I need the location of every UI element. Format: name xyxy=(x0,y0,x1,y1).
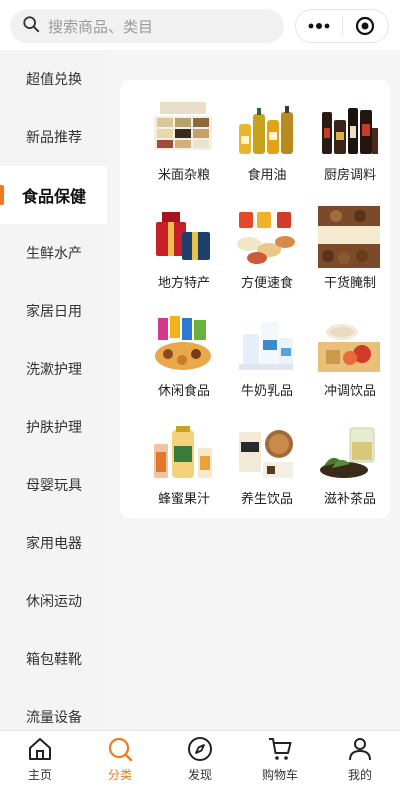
sidebar-item-household[interactable]: 家居日用 xyxy=(0,282,107,340)
sidebar-item-fresh[interactable]: 生鲜水产 xyxy=(0,224,107,282)
subcategory-dried-goods[interactable]: 干货腌制 xyxy=(308,196,388,296)
more-menu-button[interactable] xyxy=(296,10,342,42)
category-search-icon xyxy=(108,737,133,762)
subcategory-label: 休闲食品 xyxy=(157,384,210,399)
sidebar-item-sports[interactable]: 休闲运动 xyxy=(0,572,107,630)
search-placeholder: 搜索商品、类目 xyxy=(48,17,154,36)
subcategory-label: 米面杂粮 xyxy=(157,168,210,183)
grains-image xyxy=(154,102,212,150)
tab-home[interactable]: 主页 xyxy=(0,731,80,790)
sidebar-item-bags[interactable]: 箱包鞋靴 xyxy=(0,630,107,688)
tab-profile[interactable]: 我的 xyxy=(320,731,400,790)
tea-image xyxy=(320,427,375,478)
subcategory-label: 干货腌制 xyxy=(323,276,376,291)
more-dots-icon xyxy=(308,23,330,29)
search-bar[interactable]: 搜索商品、类目 xyxy=(10,9,284,43)
honey-juice-image xyxy=(154,426,212,478)
gift-box-image xyxy=(156,212,210,260)
category-sidebar: 超值兑换 新品推荐 食品保健 生鲜水产 家居日用 洗漱护理 护肤护理 母婴玩具 … xyxy=(0,50,107,730)
sidebar-item-new[interactable]: 新品推荐 xyxy=(0,108,107,166)
instant-food-image xyxy=(237,212,295,264)
subcategory-tea[interactable]: 滋补茶品 xyxy=(308,412,388,512)
search-icon xyxy=(22,15,40,37)
cart-icon xyxy=(269,738,292,760)
subcategory-label: 牛奶乳品 xyxy=(240,384,293,399)
sidebar-item-skincare[interactable]: 护肤护理 xyxy=(0,398,107,456)
subcategory-panel: 米面杂粮 食用油 厨房调料 地方特产 方便速食 干货腌制 休闲食品 牛奶乳品 冲… xyxy=(120,80,390,518)
tab-label: 主页 xyxy=(27,768,52,782)
mini-program-capsule xyxy=(295,9,389,43)
sidebar-item-data-devices[interactable]: 流量设备 xyxy=(0,688,107,730)
subcategory-instant-food[interactable]: 方便速食 xyxy=(225,196,305,296)
tab-label: 发现 xyxy=(187,768,212,782)
subcategory-honey-juice[interactable]: 蜂蜜果汁 xyxy=(142,412,222,512)
milk-image xyxy=(239,322,293,370)
subcategory-label: 蜂蜜果汁 xyxy=(157,492,210,507)
dried-goods-image xyxy=(318,206,380,268)
top-bar: 搜索商品、类目 xyxy=(0,0,400,50)
subcategory-milk[interactable]: 牛奶乳品 xyxy=(225,304,305,404)
snacks-image xyxy=(155,316,211,370)
home-icon xyxy=(29,738,51,760)
tab-label: 购物车 xyxy=(261,768,298,782)
subcategory-snacks[interactable]: 休闲食品 xyxy=(142,304,222,404)
subcategory-seasoning[interactable]: 厨房调料 xyxy=(308,88,388,188)
bottom-tab-bar: 主页 分类 发现 购物车 我的 xyxy=(0,730,400,790)
subcategory-grains[interactable]: 米面杂粮 xyxy=(142,88,222,188)
subcategory-cooking-oil[interactable]: 食用油 xyxy=(225,88,305,188)
sidebar-item-toiletries[interactable]: 洗漱护理 xyxy=(0,340,107,398)
cooking-oil-image xyxy=(239,106,293,154)
tab-discover[interactable]: 发现 xyxy=(160,731,240,790)
seasoning-image xyxy=(322,108,378,154)
profile-icon xyxy=(349,738,371,761)
sidebar-item-appliances[interactable]: 家用电器 xyxy=(0,514,107,572)
subcategory-label: 方便速食 xyxy=(240,276,293,291)
subcategory-brewed-drinks[interactable]: 冲调饮品 xyxy=(308,304,388,404)
health-drink-image xyxy=(239,430,293,478)
subcategory-label: 养生饮品 xyxy=(240,492,293,507)
target-circle-icon xyxy=(356,16,375,36)
compass-icon xyxy=(188,737,212,761)
tab-label: 分类 xyxy=(107,768,132,782)
subcategory-label: 地方特产 xyxy=(157,276,210,291)
tab-category[interactable]: 分类 xyxy=(80,731,160,790)
subcategory-label: 冲调饮品 xyxy=(323,384,376,399)
close-mini-program-button[interactable] xyxy=(342,10,388,42)
tab-label: 我的 xyxy=(347,768,372,782)
subcategory-health-drinks[interactable]: 养生饮品 xyxy=(225,412,305,512)
brewed-drink-image xyxy=(318,324,380,372)
subcategory-label: 滋补茶品 xyxy=(323,492,376,507)
subcategory-label: 食用油 xyxy=(247,168,287,183)
subcategory-local-specialty[interactable]: 地方特产 xyxy=(142,196,222,296)
category-content: 米面杂粮 食用油 厨房调料 地方特产 方便速食 干货腌制 休闲食品 牛奶乳品 冲… xyxy=(107,50,400,730)
sidebar-item-exchange[interactable]: 超值兑换 xyxy=(0,50,107,108)
sidebar-item-food[interactable]: 食品保健 xyxy=(0,166,107,224)
sidebar-item-baby[interactable]: 母婴玩具 xyxy=(0,456,107,514)
tab-cart[interactable]: 购物车 xyxy=(240,731,320,790)
subcategory-label: 厨房调料 xyxy=(323,168,376,183)
